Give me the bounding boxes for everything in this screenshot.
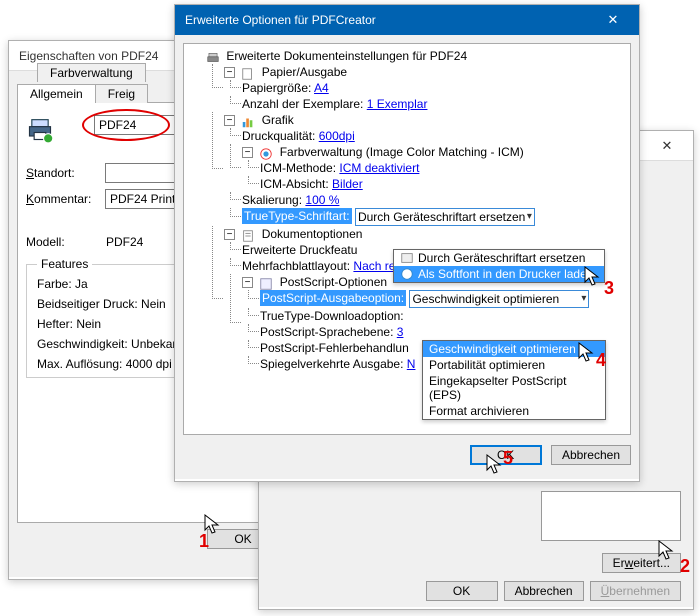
truetype-option-device[interactable]: Durch Geräteschriftart ersetzen	[394, 250, 604, 266]
adv-print-label[interactable]: Erweiterte Druckfeatu	[242, 243, 357, 257]
color-mgmt-label[interactable]: Farbverwaltung (Image Color Matching - I…	[280, 145, 524, 159]
tt-download-label[interactable]: TrueType-Downloadoption:	[260, 309, 404, 323]
preview-area	[541, 491, 681, 541]
quality-value[interactable]: 600dpi	[319, 129, 355, 143]
truetype-label[interactable]: TrueType-Schriftart:	[242, 208, 352, 224]
tree-doc-label[interactable]: Dokumentoptionen	[262, 227, 363, 241]
ps-err-label[interactable]: PostScript-Fehlerbehandlun	[260, 341, 409, 355]
chevron-down-icon: ▾	[527, 209, 532, 225]
advanced-button[interactable]: Erweitert...	[602, 553, 681, 573]
ps-output-opt-archive[interactable]: Format archivieren	[423, 403, 605, 419]
ps-output-label[interactable]: PostScript-Ausgabeoption:	[260, 290, 406, 306]
paper-size-value[interactable]: A4	[314, 81, 329, 95]
win2-ok-button[interactable]: OK	[426, 581, 498, 601]
ps-lang-value[interactable]: 3	[397, 325, 404, 339]
collapse-icon[interactable]: −	[224, 67, 235, 78]
paper-icon	[241, 67, 255, 79]
tab-share[interactable]: Freig	[95, 84, 148, 103]
ps-output-combo[interactable]: Geschwindigkeit optimieren ▾	[409, 290, 589, 308]
tree-paper-label[interactable]: Papier/Ausgabe	[262, 65, 347, 79]
font-download-icon	[400, 267, 414, 281]
win3-ok-button[interactable]: OK	[470, 445, 542, 465]
mirror-label: Spiegelverkehrte Ausgabe:	[260, 357, 403, 371]
ps-lang-label: PostScript-Sprachebene:	[260, 325, 393, 339]
multi-label: Mehrfachblattlayout:	[242, 259, 350, 273]
icm-intent-value[interactable]: Bilder	[332, 177, 363, 191]
advanced-options-title: Erweiterte Optionen für PDFCreator	[181, 13, 593, 27]
model-label: Modell:	[26, 235, 106, 249]
win3-cancel-button[interactable]: Abbrechen	[551, 445, 631, 465]
mirror-value[interactable]: N	[407, 357, 416, 371]
ps-output-opt-eps[interactable]: Eingekapselter PostScript (EPS)	[423, 373, 605, 403]
font-device-icon	[400, 251, 414, 265]
advanced-options-titlebar: Erweiterte Optionen für PDFCreator ✕	[175, 5, 639, 35]
truetype-combo-value: Durch Geräteschriftart ersetzen	[358, 209, 525, 225]
paper-copies-label: Anzahl der Exemplare:	[242, 97, 363, 111]
close-icon[interactable]: ✕	[593, 12, 633, 28]
chevron-down-icon: ▾	[581, 291, 586, 307]
win2-cancel-button[interactable]: Abbrechen	[504, 581, 584, 601]
comment-label: Kommentar:	[26, 192, 105, 206]
color-mgmt-icon	[259, 147, 273, 159]
document-icon	[241, 229, 255, 241]
printer-icon	[206, 51, 220, 63]
collapse-icon[interactable]: −	[242, 277, 253, 288]
printer-icon	[26, 115, 54, 146]
collapse-icon[interactable]: −	[224, 115, 235, 126]
ps-label[interactable]: PostScript-Optionen	[280, 275, 387, 289]
grafik-icon	[241, 115, 255, 127]
tree-root-label: Erweiterte Dokumenteinstellungen für PDF…	[226, 49, 467, 63]
collapse-icon[interactable]: −	[224, 229, 235, 240]
tree-grafik-label[interactable]: Grafik	[262, 113, 294, 127]
tab-color-management[interactable]: Farbverwaltung	[37, 63, 146, 82]
truetype-combo[interactable]: Durch Geräteschriftart ersetzen ▾	[355, 208, 535, 226]
scaling-label: Skalierung:	[242, 193, 302, 207]
tab-general[interactable]: Allgemein	[17, 84, 96, 103]
icm-method-value[interactable]: ICM deaktiviert	[339, 161, 419, 175]
ps-output-opt-portability[interactable]: Portabilität optimieren	[423, 357, 605, 373]
ps-output-opt-speed[interactable]: Geschwindigkeit optimieren	[423, 341, 605, 357]
postscript-icon	[259, 277, 273, 289]
truetype-option-softfont[interactable]: Als Softfont in den Drucker laden	[394, 266, 604, 282]
paper-copies-value[interactable]: 1 Exemplar	[367, 97, 428, 111]
model-value: PDF24	[106, 235, 143, 249]
ps-output-dropdown[interactable]: Geschwindigkeit optimieren Portabilität …	[422, 340, 606, 420]
icm-method-label: ICM-Methode:	[260, 161, 336, 175]
scaling-value[interactable]: 100 %	[305, 193, 339, 207]
icm-intent-label: ICM-Absicht:	[260, 177, 329, 191]
location-label: Standort:	[26, 166, 105, 180]
paper-size-label: Papiergröße:	[242, 81, 311, 95]
truetype-dropdown[interactable]: Durch Geräteschriftart ersetzen Als Soft…	[393, 249, 605, 283]
close-icon[interactable]: ✕	[647, 138, 687, 154]
win2-apply-button: Übernehmen	[590, 581, 681, 601]
collapse-icon[interactable]: −	[242, 147, 253, 158]
features-legend: Features	[37, 257, 92, 271]
ps-output-combo-value: Geschwindigkeit optimieren	[412, 291, 559, 307]
quality-label: Druckqualität:	[242, 129, 315, 143]
